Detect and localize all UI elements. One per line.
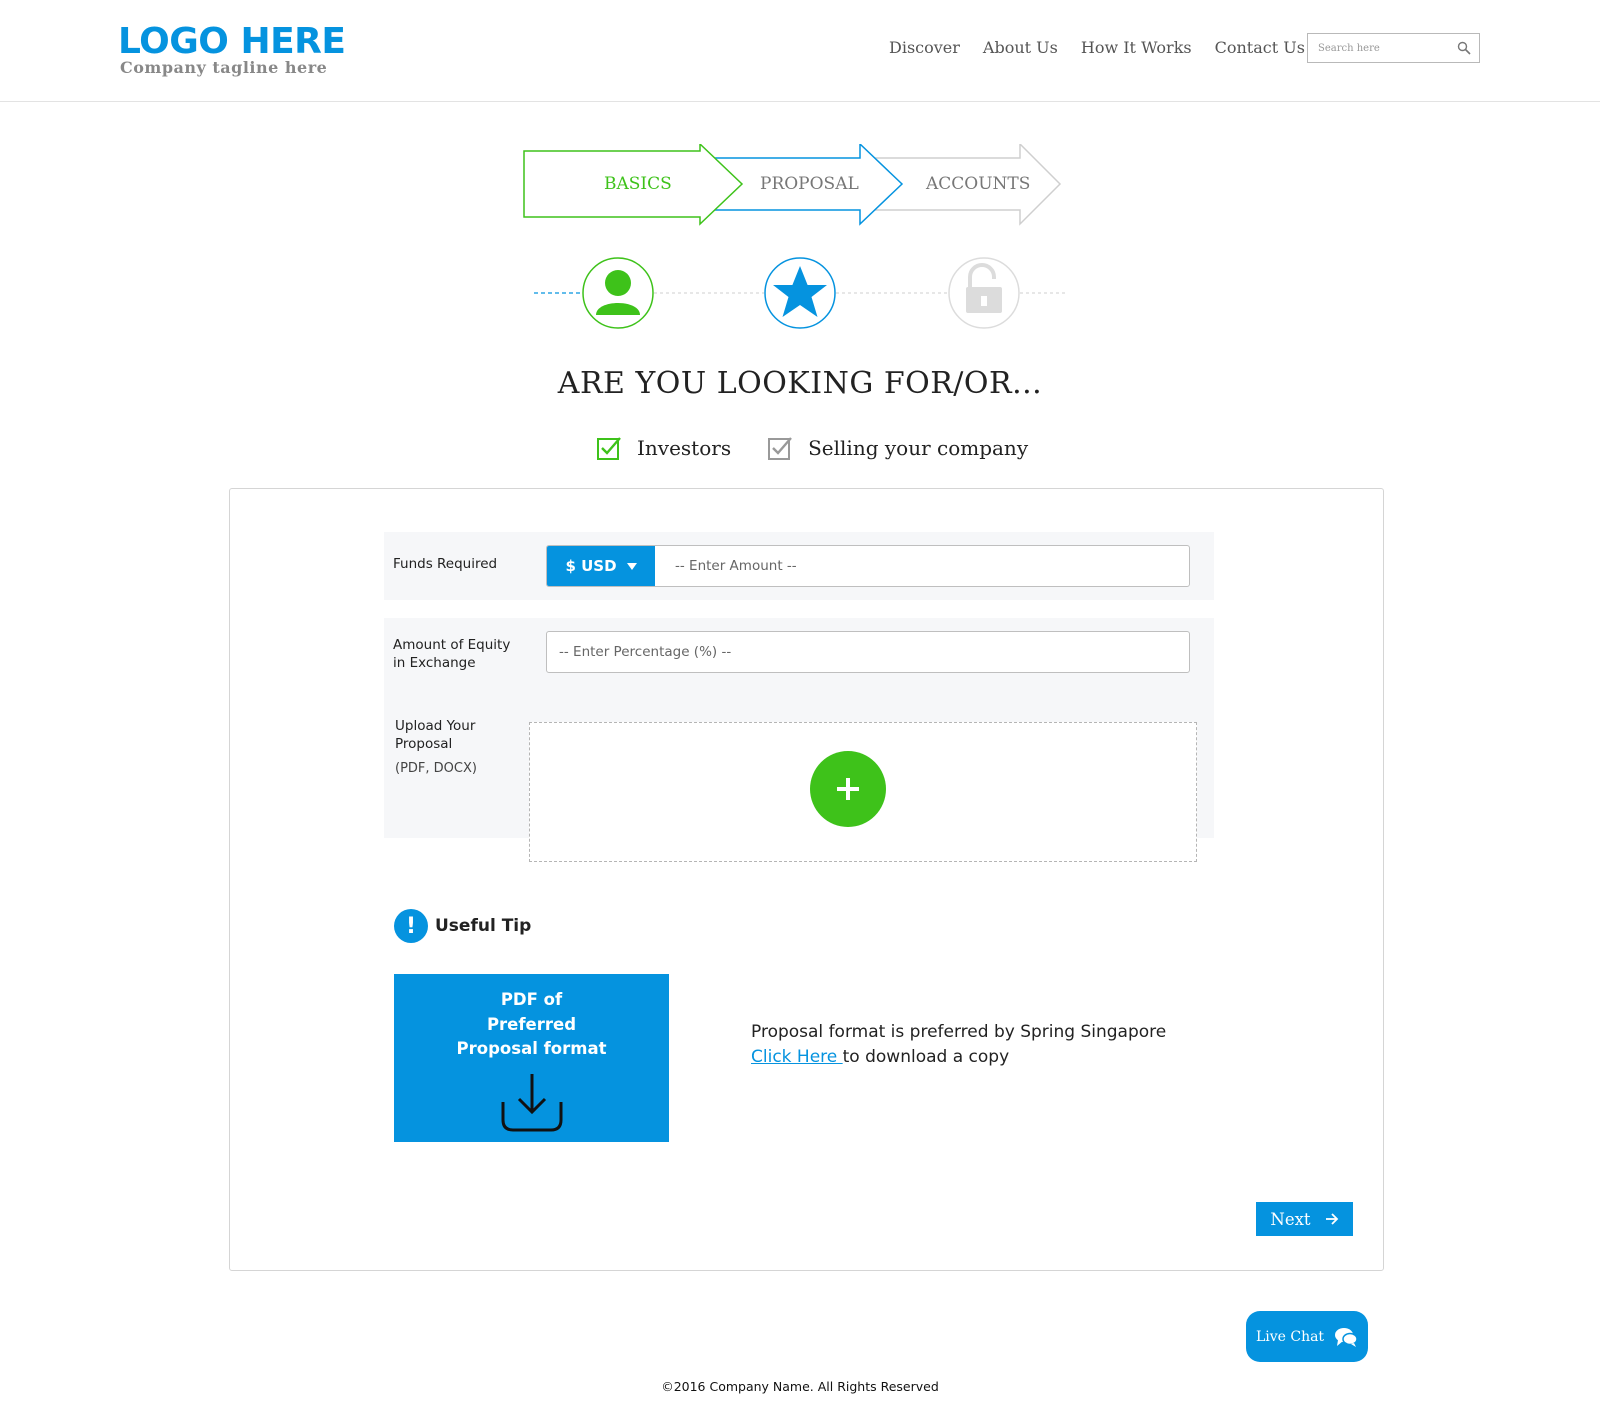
footer-copyright: ©2016 Company Name. All Rights Reserved <box>661 1379 939 1394</box>
checkbox-checked-icon[interactable] <box>767 435 793 461</box>
step-label-proposal: PROPOSAL <box>760 174 859 194</box>
download-pdf-card[interactable]: PDF of Preferred Proposal format <box>394 974 669 1142</box>
search-icon[interactable] <box>1457 41 1471 55</box>
currency-value: $ USD <box>565 557 617 575</box>
upload-label: Upload Your Proposal (PDF, DOCX) <box>395 717 477 778</box>
useful-tip: ! Useful Tip <box>394 909 531 943</box>
tip-link-suffix: to download a copy <box>842 1046 1010 1067</box>
add-file-button[interactable] <box>810 751 886 827</box>
step-progress: BASICS PROPOSAL ACCOUNTS <box>520 142 1080 230</box>
next-button[interactable]: Next <box>1256 1202 1353 1236</box>
live-chat-label: Live Chat <box>1255 1328 1325 1345</box>
tip-title: Useful Tip <box>435 916 532 936</box>
option-selling-label: Selling your company <box>808 436 1029 460</box>
option-investors[interactable]: Investors <box>596 435 731 461</box>
lock-icon <box>948 257 1020 329</box>
step-label-accounts: ACCOUNTS <box>926 174 1031 194</box>
amount-input[interactable] <box>675 546 1175 586</box>
arrow-right-icon <box>1325 1213 1338 1225</box>
upload-formats: (PDF, DOCX) <box>395 761 477 776</box>
pdf-card-line2: Preferred <box>486 1014 577 1034</box>
next-label: Next <box>1270 1209 1311 1229</box>
looking-for-options: Investors Selling your company <box>596 435 1064 461</box>
nav-about-us[interactable]: About Us <box>983 38 1058 57</box>
equity-label-line1: Amount of Equity <box>393 637 511 653</box>
caret-down-icon <box>626 562 637 570</box>
live-chat-button[interactable]: Live Chat <box>1246 1311 1368 1362</box>
upload-label-line2: Proposal <box>395 736 453 752</box>
nav-how-it-works[interactable]: How It Works <box>1081 38 1192 57</box>
pdf-card-line3: Proposal format <box>456 1039 607 1058</box>
equity-field <box>546 631 1190 673</box>
search-input[interactable] <box>1308 34 1448 62</box>
currency-select[interactable]: $ USD <box>547 546 655 586</box>
exclamation-icon: ! <box>394 909 428 943</box>
tip-text: Proposal format is preferred by Spring S… <box>751 1020 1166 1069</box>
chat-bubbles-icon <box>1335 1327 1358 1347</box>
plus-icon <box>837 778 859 800</box>
click-here-link[interactable]: Click Here <box>751 1047 843 1067</box>
tip-description: Proposal format is preferred by Spring S… <box>751 1022 1167 1042</box>
nav-discover[interactable]: Discover <box>889 38 960 57</box>
nav-contact-us[interactable]: Contact Us <box>1215 38 1305 57</box>
checkbox-checked-icon[interactable] <box>596 435 622 461</box>
search-box <box>1307 33 1480 63</box>
main-nav: Discover About Us How It Works Contact U… <box>889 38 1305 57</box>
funds-label: Funds Required <box>393 556 498 572</box>
header: LOGO HERE Company tagline here Discover … <box>0 0 1600 102</box>
option-investors-label: Investors <box>637 436 732 460</box>
option-selling-company[interactable]: Selling your company <box>767 435 1028 461</box>
tip-download-line: Click Here to download a copy <box>751 1045 1166 1070</box>
funds-input-group: $ USD <box>546 545 1190 587</box>
download-icon <box>501 1073 562 1131</box>
logo-tagline: Company tagline here <box>120 58 328 77</box>
logo[interactable]: LOGO HERE Company tagline here <box>118 20 346 77</box>
step-label-basics: BASICS <box>604 174 672 194</box>
pdf-card-text: PDF of Preferred Proposal format <box>394 988 669 1062</box>
upload-label-line1: Upload Your <box>395 718 476 734</box>
step-icons <box>530 255 1070 331</box>
user-icon <box>582 257 654 329</box>
page-question: ARE YOU LOOKING FOR/OR... <box>557 366 1043 401</box>
star-icon <box>764 257 836 329</box>
proposal-form-card <box>229 488 1384 1271</box>
percentage-input[interactable] <box>559 632 1159 672</box>
equity-label-line2: in Exchange <box>393 655 476 671</box>
equity-label: Amount of Equity in Exchange <box>393 636 510 672</box>
pdf-card-line1: PDF of <box>500 990 563 1009</box>
